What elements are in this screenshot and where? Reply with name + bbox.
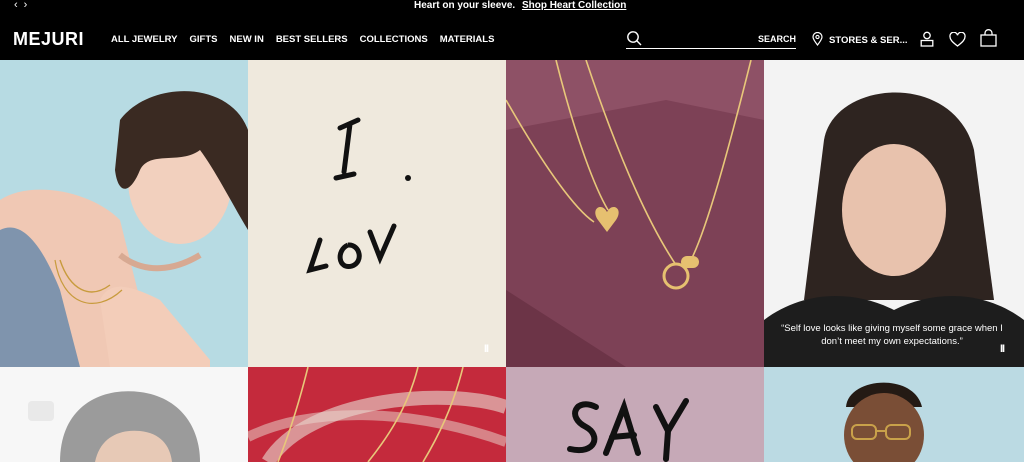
main-header: MEJURI ALL JEWELRY GIFTS NEW IN BEST SEL…	[0, 13, 1024, 60]
pause-icon[interactable]: II	[484, 343, 489, 355]
portrait-illustration-2	[764, 60, 1024, 367]
editorial-video-self-love-quote[interactable]: II	[764, 60, 1024, 367]
necklace-illustration-2	[248, 367, 506, 462]
editorial-image-red-stripes-necklace[interactable]	[248, 367, 506, 462]
search-input[interactable]	[648, 31, 752, 47]
editorial-grid: II II “Self love looks like giving mysel…	[0, 60, 1024, 462]
shop-heart-collection-link[interactable]: Shop Heart Collection	[522, 0, 626, 11]
location-pin-icon	[812, 31, 823, 46]
nav-item-new-in[interactable]: NEW IN	[230, 34, 264, 45]
announcement-bar: ‹› Heart on your sleeve. Shop Heart Coll…	[0, 0, 1024, 13]
editorial-image-man-glasses[interactable]	[764, 367, 1024, 462]
search-icon[interactable]	[626, 30, 642, 46]
announcement-message: Heart on your sleeve. Shop Heart Collect…	[414, 0, 626, 11]
next-arrow-icon[interactable]: ›	[24, 0, 34, 11]
prev-arrow-icon[interactable]: ‹	[14, 0, 24, 11]
announcement-text: Heart on your sleeve.	[414, 0, 516, 11]
nav-item-best-sellers[interactable]: BEST SELLERS	[276, 34, 348, 45]
search-bar[interactable]: SEARCH	[626, 30, 796, 49]
primary-nav: ALL JEWELRY GIFTS NEW IN BEST SELLERS CO…	[111, 34, 494, 45]
editorial-image-woman-short-hair[interactable]	[0, 60, 248, 367]
editorial-image-handwriting-say[interactable]	[506, 367, 764, 462]
search-label[interactable]: SEARCH	[758, 34, 796, 44]
handwriting-illustration	[306, 117, 411, 274]
quote-caption: “Self love looks like giving myself some…	[781, 323, 1003, 347]
necklace-illustration	[506, 60, 764, 367]
portrait-illustration-4	[764, 367, 1024, 462]
shopping-bag-icon[interactable]	[980, 29, 997, 47]
portrait-illustration-3	[0, 367, 248, 462]
account-icon[interactable]	[920, 31, 934, 47]
announcement-arrows: ‹›	[14, 0, 33, 11]
wishlist-heart-icon[interactable]	[949, 32, 966, 47]
portrait-illustration	[0, 60, 248, 367]
nav-item-collections[interactable]: COLLECTIONS	[360, 34, 428, 45]
editorial-image-handwriting-i-love[interactable]: II	[248, 60, 506, 367]
editorial-image-heart-necklaces[interactable]	[506, 60, 764, 367]
nav-item-materials[interactable]: MATERIALS	[440, 34, 495, 45]
editorial-image-woman-gray-hair[interactable]	[0, 367, 248, 462]
stores-label: STORES & SER...	[829, 35, 908, 46]
nav-item-all-jewelry[interactable]: ALL JEWELRY	[111, 34, 178, 45]
handwriting-illustration-2	[567, 397, 689, 462]
stores-services-link[interactable]: STORES & SER...	[812, 31, 908, 46]
nav-item-gifts[interactable]: GIFTS	[190, 34, 218, 45]
brand-logo[interactable]: MEJURI	[13, 29, 84, 50]
